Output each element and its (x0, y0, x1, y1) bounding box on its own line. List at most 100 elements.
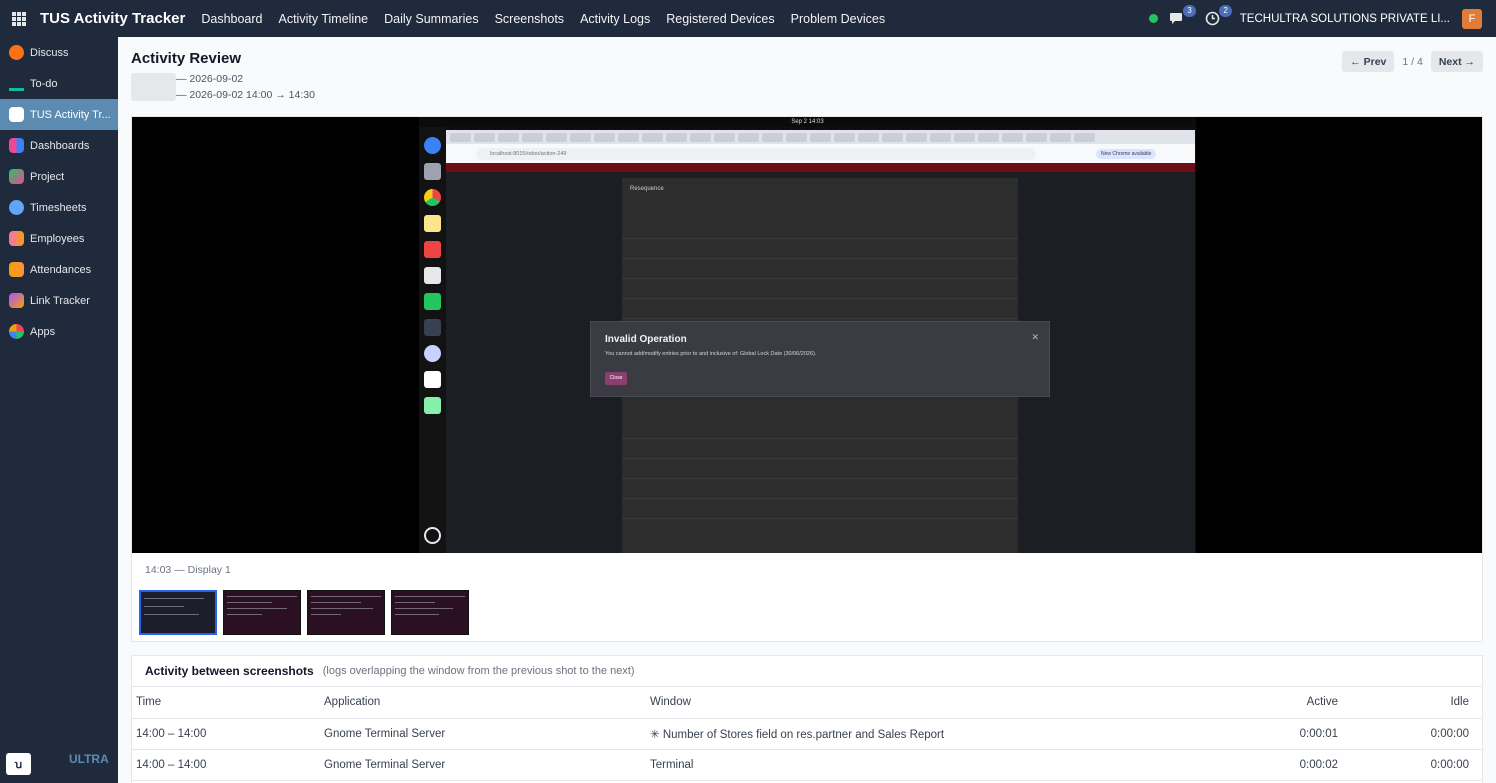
sidebar-item-dashboards[interactable]: Dashboards (0, 130, 118, 161)
thumbnail-1[interactable] (139, 590, 217, 635)
activities-clock-icon[interactable]: 2 (1204, 4, 1232, 28)
activity-title: Activity between screenshots (145, 664, 314, 678)
terminal-icon (424, 319, 441, 336)
blurred-employee-name (131, 73, 176, 101)
column-time: Time (132, 687, 324, 719)
sidebar-item-label: Timesheets (30, 201, 87, 214)
sidebar-item-label: Link Tracker (30, 294, 90, 307)
activity-table: Time Application Window Active Idle 14:0… (132, 687, 1482, 781)
nav-daily-summaries[interactable]: Daily Summaries (384, 12, 478, 26)
desktop-clock: Sep 2 14:03 (419, 117, 1196, 127)
thumbnail-strip (139, 590, 475, 635)
cell-time: 14:00 – 14:00 (132, 749, 324, 781)
thumbnail-4[interactable] (391, 590, 469, 635)
messages-icon[interactable]: 3 (1168, 4, 1196, 28)
nav-dashboard[interactable]: Dashboard (201, 12, 262, 26)
user-avatar[interactable]: F (1462, 8, 1482, 29)
files-icon (424, 163, 441, 180)
messages-badge: 3 (1183, 4, 1196, 17)
column-application: Application (324, 687, 650, 719)
cell-application: Gnome Terminal Server (324, 718, 650, 750)
review-date: — 2026-09-02 (176, 73, 244, 85)
trash-icon (424, 397, 441, 414)
cell-active: 0:00:02 (1270, 749, 1338, 781)
bot-icon (424, 345, 441, 362)
sidebar-item-employees[interactable]: Employees (0, 223, 118, 254)
company-switcher[interactable]: TECHULTRA SOLUTIONS PRIVATE LI... (1240, 13, 1450, 25)
sidebar-item-label: Apps (30, 325, 56, 338)
desktop-dock (419, 127, 446, 553)
company-logo: ꭒ ULTRA (6, 752, 109, 775)
pager: ← Prev 1 / 4 Next → (1342, 51, 1483, 72)
help-icon (424, 137, 441, 154)
prev-button[interactable]: ← Prev (1342, 51, 1395, 72)
column-active: Active (1270, 687, 1338, 719)
review-time-window: — 2026-09-02 14:00 → 14:30 (176, 89, 315, 101)
nav-registered-devices[interactable]: Registered Devices (666, 12, 774, 26)
table-row: 14:00 – 14:00 Gnome Terminal Server Term… (132, 749, 1482, 781)
close-icon: ✕ (1031, 332, 1039, 342)
cell-window: ✳ Number of Stores field on res.partner … (650, 718, 1270, 750)
column-window: Window (650, 687, 1270, 719)
sidebar-item-link-tracker[interactable]: Link Tracker (0, 285, 118, 316)
pager-count: 1 / 4 (1402, 55, 1423, 68)
cell-time: 14:00 – 14:00 (132, 718, 324, 750)
nav-activity-logs[interactable]: Activity Logs (580, 12, 650, 26)
sidebar-item-label: Attendances (30, 263, 92, 276)
employees-icon (9, 231, 24, 246)
brand-title[interactable]: TUS Activity Tracker (40, 10, 185, 27)
cell-window: Terminal (650, 749, 1270, 781)
sidebar-item-attendances[interactable]: Attendances (0, 254, 118, 285)
timesheets-icon (9, 200, 24, 215)
resequence-title: Resequence (630, 186, 664, 192)
activities-badge: 2 (1219, 4, 1232, 17)
sidebar-item-label: TUS Activity Tr... (30, 108, 111, 121)
app-menu-icon[interactable] (12, 11, 26, 26)
document-icon (424, 267, 441, 284)
screenshot-caption: 14:03 — Display 1 (145, 564, 231, 576)
next-button[interactable]: Next → (1430, 51, 1483, 72)
screenshot-card: Sep 2 14:03 localhost:8015/odoo/action-2… (131, 116, 1483, 642)
table-header-row: Time Application Window Active Idle (132, 687, 1482, 719)
browser-urlbar: localhost:8015/odoo/action-249 New Chrom… (446, 144, 1195, 163)
cell-active: 0:00:01 (1270, 718, 1338, 750)
todo-icon (9, 76, 24, 91)
pycharm-icon (424, 293, 441, 310)
dashboards-icon (9, 138, 24, 153)
sidebar-item-label: Discuss (30, 46, 69, 59)
sidebar-item-label: Project (30, 170, 65, 183)
sidebar: Discuss To-do TUS Activity Tr... Dashboa… (0, 37, 118, 783)
chrome-icon (424, 189, 441, 206)
sidebar-item-project[interactable]: Project (0, 161, 118, 192)
link-tracker-icon (9, 293, 24, 308)
sidebar-item-timesheets[interactable]: Timesheets (0, 192, 118, 223)
screenshot-viewer[interactable]: Sep 2 14:03 localhost:8015/odoo/action-2… (132, 117, 1482, 553)
cell-idle: 0:00:00 (1338, 749, 1482, 781)
error-message: You cannot add/modify entries prior to a… (605, 351, 817, 357)
activity-subtitle: (logs overlapping the window from the pr… (322, 665, 635, 677)
sidebar-item-label: Employees (30, 232, 85, 245)
sidebar-item-apps[interactable]: Apps (0, 316, 118, 347)
sidebar-item-label: Dashboards (30, 139, 90, 152)
app-icon (424, 241, 441, 258)
online-status-icon (1148, 14, 1158, 23)
browser-url: localhost:8015/odoo/action-249 (476, 147, 1036, 160)
new-chrome-badge: New Chrome available (1096, 148, 1157, 159)
activity-card: Activity between screenshots (logs overl… (131, 655, 1483, 783)
thumbnail-2[interactable] (223, 590, 301, 635)
cell-idle: 0:00:00 (1338, 718, 1482, 750)
thumbnail-3[interactable] (307, 590, 385, 635)
sidebar-item-discuss[interactable]: Discuss (0, 37, 118, 68)
nav-screenshots[interactable]: Screenshots (495, 12, 564, 26)
main-content: Activity Review — 2026-09-02 — 2026-09-0… (118, 37, 1496, 783)
column-idle: Idle (1338, 687, 1482, 719)
nav-activity-timeline[interactable]: Activity Timeline (279, 12, 369, 26)
notes-icon (424, 215, 441, 232)
invalid-operation-dialog: Invalid Operation ✕ You cannot add/modif… (590, 321, 1050, 397)
sidebar-item-tus-activity-tracker[interactable]: TUS Activity Tr... (0, 99, 118, 130)
page-title: Activity Review (131, 50, 242, 67)
attendances-icon (9, 262, 24, 277)
sidebar-item-todo[interactable]: To-do (0, 68, 118, 99)
nav-problem-devices[interactable]: Problem Devices (791, 12, 885, 26)
error-close-button: Close (605, 372, 627, 385)
